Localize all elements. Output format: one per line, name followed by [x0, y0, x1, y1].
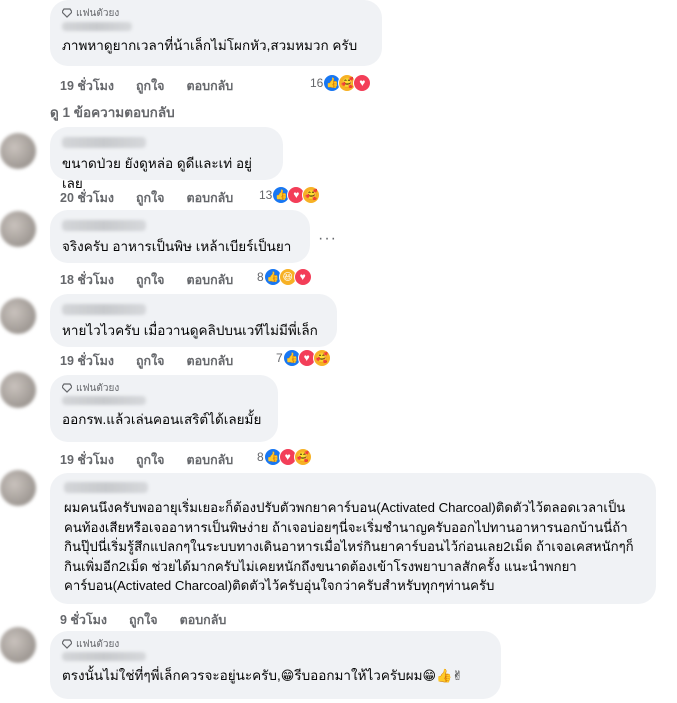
like-action[interactable]: ถูกใจ — [136, 188, 165, 208]
commenter-name[interactable] — [64, 482, 148, 493]
comment-text: ผมคนนึงครับพออายุเริ่มเยอะก็ต้องปรับตัวพ… — [64, 500, 634, 593]
commenter-name[interactable] — [62, 652, 146, 661]
comment-time[interactable]: 19 ชั่วโมง — [60, 450, 114, 470]
reaction-summary[interactable]: 7 👍 ♥ 🥰 — [276, 349, 331, 367]
reaction-count: 16 — [310, 76, 324, 90]
care-reaction-icon: 🥰 — [293, 448, 312, 466]
avatar[interactable] — [0, 372, 36, 408]
comment-meta: 19 ชั่วโมง ถูกใจ ตอบกลับ — [60, 76, 255, 96]
comment-meta: 18 ชั่วโมง ถูกใจ ตอบกลับ — [60, 270, 255, 290]
more-options-icon[interactable]: ··· — [318, 230, 337, 248]
avatar[interactable] — [0, 470, 36, 506]
comment-text: ตรงนั้นไม่ใช่ที่ๆพี่เล็กควรจะอยู่นะครับ,… — [62, 666, 489, 686]
commenter-name[interactable] — [62, 396, 146, 405]
comment-text-part: ตรงนั้นไม่ใช่ที่ๆพี่เล็กควรจะอยู่นะครับ, — [62, 668, 281, 683]
like-action[interactable]: ถูกใจ — [129, 610, 158, 630]
commenter-name[interactable] — [62, 137, 146, 148]
avatar[interactable] — [0, 211, 36, 247]
comment-time[interactable]: 18 ชั่วโมง — [60, 270, 114, 290]
comment-meta: 20 ชั่วโมง ถูกใจ ตอบกลับ — [60, 188, 255, 208]
top-fan-badge: แฟนตัวยง — [62, 381, 266, 395]
view-replies-link[interactable]: ดู 1 ข้อความตอบกลับ — [50, 101, 175, 123]
comment-meta: 19 ชั่วโมง ถูกใจ ตอบกลับ — [60, 351, 255, 371]
comment-text: หายไวไวครับ เมื่อวานดูคลิปบนเวทีไม่มีพี่… — [62, 323, 318, 338]
reply-action[interactable]: ตอบกลับ — [187, 188, 234, 208]
care-reaction-icon: 🥰 — [312, 349, 331, 367]
victory-hand-emoji-icon: ✌ — [452, 668, 464, 683]
like-action[interactable]: ถูกใจ — [136, 270, 165, 290]
like-action[interactable]: ถูกใจ — [136, 450, 165, 470]
comment-time[interactable]: 20 ชั่วโมง — [60, 188, 114, 208]
comment-text: ภาพหาดูยากเวลาที่น้าเล็กไม่โผกหัว,สวมหมว… — [62, 38, 358, 53]
top-fan-badge: แฟนตัวยง — [62, 6, 370, 20]
fan-badge-label: แฟนตัวยง — [76, 382, 120, 394]
diamond-icon — [62, 639, 72, 649]
comment-text: จริงครับ อาหารเป็นพิษ เหล้าเบียร์เป็นยา — [62, 239, 292, 254]
grin-emoji-icon: 😁 — [422, 668, 437, 683]
comment-time[interactable]: 19 ชั่วโมง — [60, 351, 114, 371]
comment-bubble: จริงครับ อาหารเป็นพิษ เหล้าเบียร์เป็นยา — [50, 210, 310, 263]
comment-bubble: แฟนตัวยง ตรงนั้นไม่ใช่ที่ๆพี่เล็กควรจะอย… — [50, 631, 501, 699]
grin-emoji-icon: 😁 — [280, 668, 295, 683]
reaction-count: 8 — [257, 270, 264, 284]
thumbs-up-emoji-icon: 👍 — [436, 668, 453, 683]
reaction-summary[interactable]: 13 👍 ♥ 🥰 — [259, 186, 321, 204]
avatar[interactable] — [0, 627, 36, 663]
care-reaction-icon: 🥰 — [302, 186, 321, 204]
like-action[interactable]: ถูกใจ — [136, 351, 165, 371]
comment-bubble: ขนาดป่วย ยังดูหล่อ ดูดีและเท่ อยู่เลย — [50, 127, 283, 191]
comment-text-part: รีบออกมาให้ไวครับผม — [294, 668, 423, 683]
like-action[interactable]: ถูกใจ — [136, 76, 165, 96]
comment-meta: 19 ชั่วโมง ถูกใจ ตอบกลับ — [60, 450, 255, 470]
reply-action[interactable]: ตอบกลับ — [187, 351, 234, 371]
comment-time[interactable]: 9 ชั่วโมง — [60, 610, 107, 630]
comment-meta: 9 ชั่วโมง ถูกใจ ตอบกลับ — [60, 610, 248, 630]
comment-time[interactable]: 19 ชั่วโมง — [60, 76, 114, 96]
reaction-summary[interactable]: 8 👍 ♥ 🥰 — [257, 448, 312, 466]
avatar[interactable] — [0, 133, 36, 169]
fan-badge-label: แฟนตัวยง — [76, 7, 120, 19]
comment-bubble: ผมคนนึงครับพออายุเริ่มเยอะก็ต้องปรับตัวพ… — [50, 473, 656, 604]
reaction-count: 8 — [257, 450, 264, 464]
fan-badge-label: แฟนตัวยง — [76, 638, 120, 650]
comment-bubble: แฟนตัวยง ภาพหาดูยากเวลาที่น้าเล็กไม่โผกห… — [50, 0, 382, 66]
love-reaction-icon: ♥ — [353, 74, 372, 92]
commenter-name[interactable] — [62, 304, 146, 315]
reply-action[interactable]: ตอบกลับ — [180, 610, 227, 630]
commenter-name[interactable] — [62, 220, 146, 231]
top-fan-badge: แฟนตัวยง — [62, 637, 489, 651]
reply-action[interactable]: ตอบกลับ — [187, 270, 234, 290]
reaction-summary[interactable]: 8 👍 😆 ♥ — [257, 268, 312, 286]
avatar[interactable] — [0, 298, 36, 334]
reaction-count: 13 — [259, 188, 273, 202]
diamond-icon — [62, 8, 72, 18]
reply-action[interactable]: ตอบกลับ — [187, 76, 234, 96]
love-reaction-icon: ♥ — [293, 268, 312, 286]
comment-bubble: แฟนตัวยง ออกรพ.แล้วเล่นคอนเสริต์ได้เลยมั… — [50, 375, 278, 442]
reaction-count: 7 — [276, 351, 283, 365]
comment-text: ออกรพ.แล้วเล่นคอนเสริต์ได้เลยมั้ย — [62, 412, 262, 427]
comment-bubble: หายไวไวครับ เมื่อวานดูคลิปบนเวทีไม่มีพี่… — [50, 294, 337, 347]
reply-action[interactable]: ตอบกลับ — [187, 450, 234, 470]
commenter-name[interactable] — [62, 22, 132, 31]
reaction-summary[interactable]: 16 👍 🥰 ♥ — [310, 74, 372, 92]
diamond-icon — [62, 383, 72, 393]
